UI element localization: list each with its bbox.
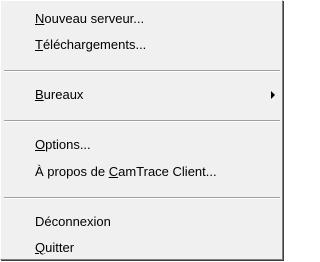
label-suffix: uitter <box>45 240 75 255</box>
menu-item-bureaux[interactable]: Bureaux <box>3 84 281 106</box>
menu-item-quitter[interactable]: Quitter <box>3 237 281 259</box>
menu-item-options[interactable]: Options... <box>3 134 281 156</box>
menu-separator <box>4 70 280 72</box>
mnemonic-letter: T <box>35 37 43 52</box>
label-suffix: ureaux <box>43 87 84 102</box>
menu-item-label: Nouveau serveur... <box>35 12 144 26</box>
mnemonic-letter: N <box>35 11 45 26</box>
menu-item-label: Quitter <box>35 241 74 255</box>
context-menu: Nouveau serveur... Téléchargements... Bu… <box>0 0 283 260</box>
menu-item-label: À propos de CamTrace Client... <box>35 165 217 179</box>
mnemonic-letter: O <box>35 137 46 152</box>
menu-item-label: Options... <box>35 138 91 152</box>
screen: Nouveau serveur... Téléchargements... Bu… <box>0 0 285 262</box>
menu-item-a-propos[interactable]: À propos de CamTrace Client... <box>3 161 281 183</box>
menu-item-nouveau-serveur[interactable]: Nouveau serveur... <box>3 8 281 30</box>
menu-separator <box>4 120 280 122</box>
label-suffix: amTrace Client... <box>118 164 217 179</box>
label-prefix: À propos de <box>35 164 109 179</box>
menu-item-label: Bureaux <box>35 88 83 102</box>
menu-item-label: Déconnexion <box>35 215 111 229</box>
label-suffix: ptions... <box>45 137 91 152</box>
label-suffix: éléchargements... <box>42 37 147 52</box>
mnemonic-letter: C <box>108 164 119 179</box>
menu-item-deconnexion[interactable]: Déconnexion <box>3 211 281 233</box>
mnemonic-letter: B <box>35 87 44 102</box>
menu-item-label: Téléchargements... <box>35 38 146 52</box>
chevron-right-icon <box>271 91 275 99</box>
mnemonic-letter: Q <box>35 240 46 255</box>
label-suffix: ouveau serveur... <box>44 11 145 26</box>
menu-separator <box>4 197 280 199</box>
label-prefix: Déconnexion <box>35 214 111 229</box>
menu-item-telechargements[interactable]: Téléchargements... <box>3 34 281 56</box>
